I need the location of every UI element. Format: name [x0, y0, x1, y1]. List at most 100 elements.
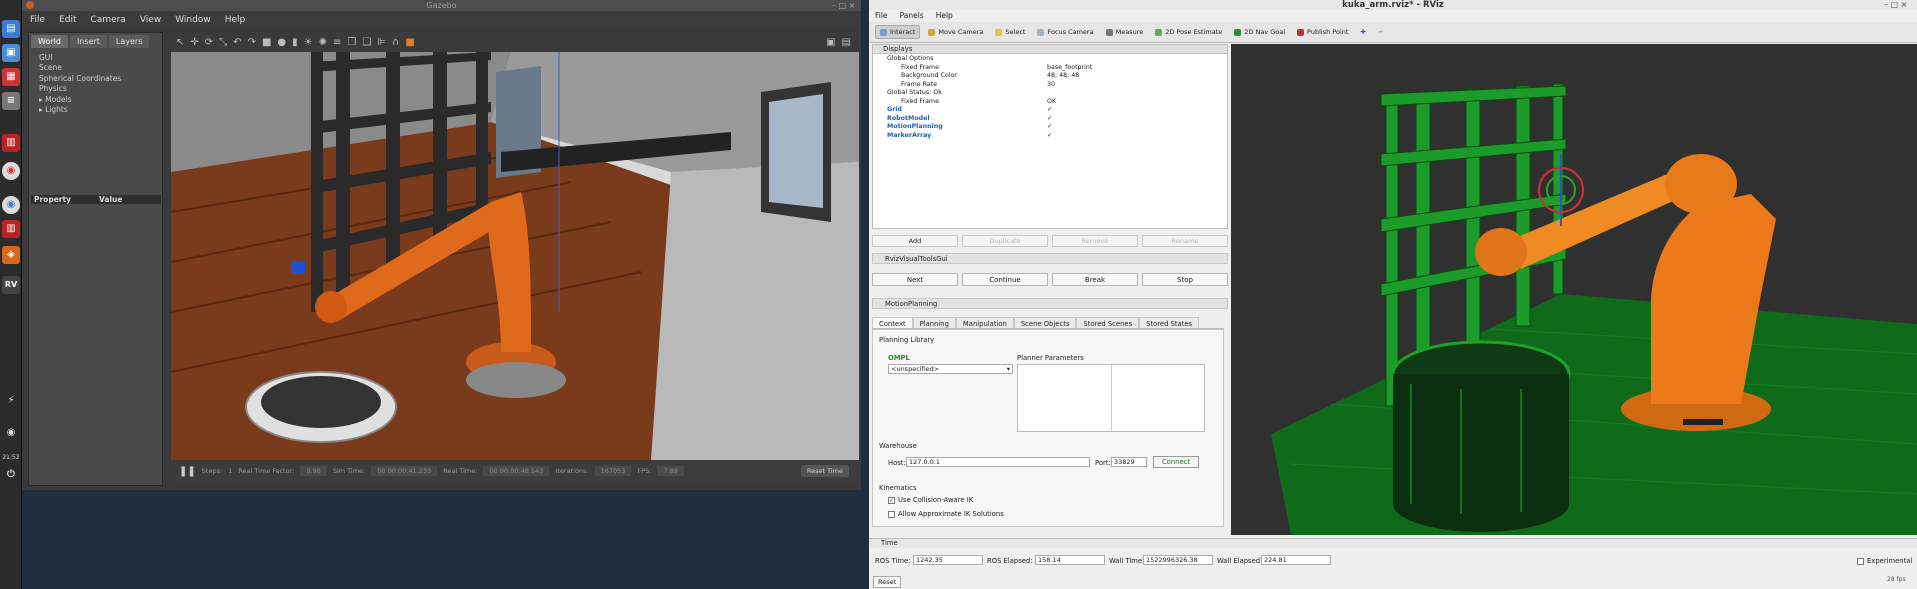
continue-button[interactable]: Continue: [962, 273, 1048, 286]
tab-stored-scenes[interactable]: Stored Scenes: [1076, 317, 1140, 328]
rviz-3d-view[interactable]: [1231, 44, 1917, 535]
steps-value[interactable]: 1: [228, 467, 232, 475]
tab-insert[interactable]: Insert: [69, 35, 107, 48]
display-row[interactable]: Global Status: Ok: [877, 89, 1227, 98]
menu-edit[interactable]: Edit: [59, 15, 76, 25]
power-icon[interactable]: ⏻: [2, 466, 20, 484]
remove-tool-icon[interactable]: −: [1374, 26, 1387, 38]
tree-item[interactable]: GUI: [39, 53, 121, 63]
menu-help[interactable]: Help: [225, 15, 246, 25]
app2-icon[interactable]: ▥: [2, 134, 20, 152]
display-row[interactable]: MotionPlanning ✓: [877, 123, 1227, 132]
add-button[interactable]: Add: [872, 235, 958, 247]
tool-move-camera[interactable]: Move Camera: [924, 26, 987, 38]
chrome-icon[interactable]: ◉: [2, 162, 20, 180]
terminal-icon[interactable]: ▣: [2, 44, 20, 62]
copy-icon[interactable]: ❐: [347, 37, 356, 48]
chrome3-icon[interactable]: ◉: [2, 424, 20, 442]
tree-item[interactable]: Physics: [39, 84, 121, 94]
add-tool-icon[interactable]: ✚: [1356, 26, 1369, 38]
rotate-icon[interactable]: ⟳: [205, 37, 213, 48]
tool-interact[interactable]: Interact: [875, 25, 921, 39]
box-icon[interactable]: ■: [262, 37, 271, 48]
connect-button[interactable]: Connect: [1153, 456, 1199, 468]
collision-ik-option[interactable]: ✓ Use Collision-Aware IK: [888, 496, 973, 504]
align-icon[interactable]: ⊫: [377, 37, 386, 48]
planner-params-table[interactable]: [1017, 364, 1205, 432]
host-input[interactable]: 127.0.0.1: [906, 457, 1090, 467]
menu-panels[interactable]: Panels: [900, 11, 924, 20]
tool-2d-pose-estimate[interactable]: 2D Pose Estimate: [1151, 26, 1226, 38]
tree-item[interactable]: Scene: [39, 63, 121, 73]
tool-publish-point[interactable]: Publish Point: [1293, 26, 1352, 38]
tab-manipulation[interactable]: Manipulation: [955, 317, 1014, 328]
display-row[interactable]: Frame Rate 30: [877, 81, 1227, 90]
select-icon[interactable]: ↖: [176, 37, 184, 48]
sun-icon[interactable]: ☀: [304, 37, 313, 48]
menu-file[interactable]: File: [875, 11, 888, 20]
tool-focus-camera[interactable]: Focus Camera: [1033, 26, 1097, 38]
window-controls[interactable]: – □ ×: [1884, 0, 1907, 9]
duplicate-button[interactable]: Duplicate: [962, 235, 1048, 247]
bolt-icon[interactable]: ⚡: [2, 392, 20, 410]
approx-ik-checkbox[interactable]: [888, 510, 895, 518]
chrome2-icon[interactable]: ◉: [2, 196, 20, 214]
display-row[interactable]: Background Color 48; 48; 48: [877, 72, 1227, 81]
rviz-icon[interactable]: RV: [2, 276, 20, 294]
menu-file[interactable]: File: [30, 15, 45, 25]
port-input[interactable]: 33829: [1111, 457, 1147, 467]
tab-context[interactable]: Context: [872, 317, 913, 328]
approx-ik-option[interactable]: Allow Approximate IK Solutions: [888, 510, 1004, 518]
next-button[interactable]: Next: [872, 273, 958, 286]
display-row[interactable]: Fixed Frame base_footprint: [877, 64, 1227, 73]
color-icon[interactable]: ■: [405, 37, 414, 48]
spot-light-icon[interactable]: ≡: [333, 37, 341, 48]
reset-button[interactable]: Reset: [873, 576, 902, 588]
planner-select[interactable]: <unspecified> ▾: [888, 364, 1013, 374]
scale-icon[interactable]: ⤡: [219, 37, 227, 48]
tool-select[interactable]: Select: [991, 26, 1029, 38]
point-light-icon[interactable]: ✺: [319, 37, 327, 48]
tool-2d-nav-goal[interactable]: 2D Nav Goal: [1230, 26, 1289, 38]
menu-camera[interactable]: Camera: [91, 15, 126, 25]
menu-view[interactable]: View: [140, 15, 161, 25]
rename-button[interactable]: Rename: [1142, 235, 1228, 247]
tab-scene-objects[interactable]: Scene Objects: [1013, 317, 1077, 328]
display-row[interactable]: Grid ✓: [877, 106, 1227, 115]
translate-icon[interactable]: ✛: [190, 37, 198, 48]
sphere-icon[interactable]: ●: [277, 37, 286, 48]
tab-stored-states[interactable]: Stored States: [1139, 317, 1200, 328]
app-icon[interactable]: ▦: [2, 68, 20, 86]
window-controls[interactable]: – □ ×: [832, 1, 855, 10]
screenshot-icon[interactable]: ▣: [826, 37, 835, 48]
display-row[interactable]: Fixed Frame OK: [877, 98, 1227, 107]
gazebo-3d-view[interactable]: [171, 52, 859, 460]
app3-icon[interactable]: ▥: [2, 220, 20, 238]
reset-time-button[interactable]: Reset Time: [800, 465, 849, 477]
gazebo-close-icon[interactable]: [26, 1, 34, 9]
menu-help[interactable]: Help: [936, 11, 953, 20]
display-row[interactable]: MarkerArray ✓: [877, 132, 1227, 141]
settings-icon[interactable]: ≡: [2, 92, 20, 110]
display-row[interactable]: Global Options: [877, 55, 1227, 64]
undo-icon[interactable]: ↶: [233, 37, 241, 48]
redo-icon[interactable]: ↷: [248, 37, 256, 48]
tree-item[interactable]: ▸ Models: [39, 95, 121, 105]
experimental-option[interactable]: Experimental: [1857, 557, 1912, 565]
display-row[interactable]: RobotModel ✓: [877, 115, 1227, 124]
stop-button[interactable]: Stop: [1142, 273, 1228, 286]
snap-icon[interactable]: ∩: [392, 37, 399, 48]
tool-measure[interactable]: Measure: [1102, 26, 1148, 38]
paste-icon[interactable]: ❑: [362, 37, 371, 48]
pause-icon[interactable]: ❚❚: [179, 466, 196, 477]
cylinder-icon[interactable]: ▮: [292, 37, 298, 48]
tab-planning[interactable]: Planning: [912, 317, 956, 328]
break-button[interactable]: Break: [1052, 273, 1138, 286]
menu-window[interactable]: Window: [175, 15, 211, 25]
tree-item[interactable]: ▸ Lights: [39, 105, 121, 115]
tab-world[interactable]: World: [31, 35, 68, 48]
collision-ik-checkbox[interactable]: ✓: [888, 496, 895, 504]
files-icon[interactable]: ▤: [2, 20, 20, 38]
tree-item[interactable]: Spherical Coordinates: [39, 74, 121, 84]
remove-button[interactable]: Remove: [1052, 235, 1138, 247]
